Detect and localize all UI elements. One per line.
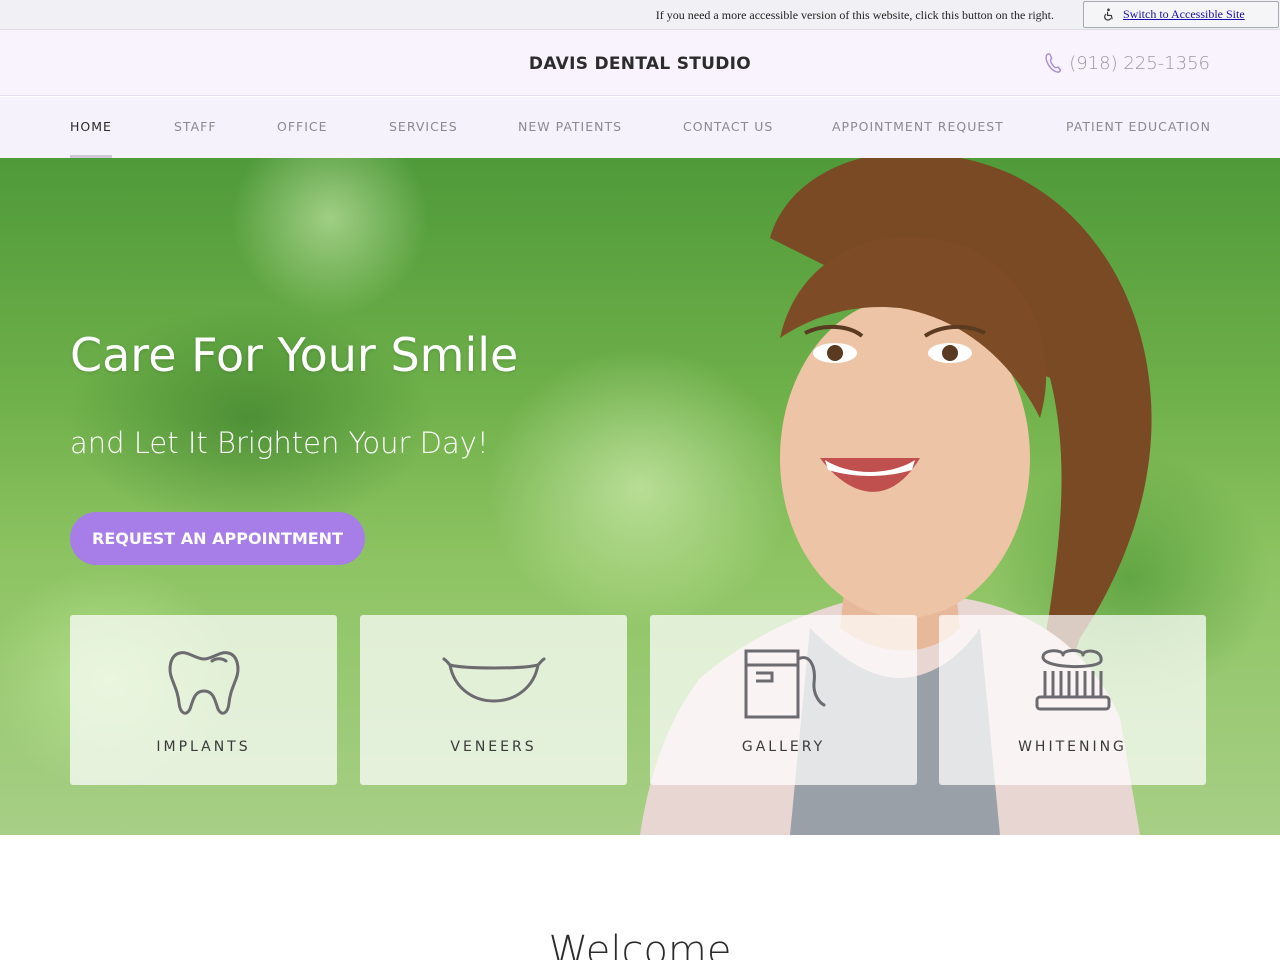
service-card-label: VENEERS xyxy=(450,739,537,755)
accessibility-bar: If you need a more accessible version of… xyxy=(0,0,1280,30)
smile-icon xyxy=(442,657,545,703)
service-card-veneers[interactable]: VENEERS xyxy=(360,615,627,785)
phone-icon xyxy=(1045,53,1062,73)
nav-item-services[interactable]: SERVICES xyxy=(389,97,458,158)
service-card-label: WHITENING xyxy=(1018,739,1127,755)
nav-item-office[interactable]: OFFICE xyxy=(277,97,328,158)
tooth-icon xyxy=(168,651,239,715)
nav-item-patient-education[interactable]: PATIENT EDUCATION xyxy=(1066,97,1211,158)
nav-item-appointment-request[interactable]: APPOINTMENT REQUEST xyxy=(832,97,1004,158)
service-card-label: IMPLANTS xyxy=(156,739,251,755)
floss-icon xyxy=(744,649,825,719)
phone-number: (918) 225-1356 xyxy=(1069,52,1210,74)
service-card-gallery[interactable]: GALLERY xyxy=(650,615,917,785)
wheelchair-icon xyxy=(1104,8,1113,21)
switch-accessible-site-button[interactable]: Switch to Accessible Site xyxy=(1083,1,1279,28)
nav-item-contact-us[interactable]: CONTACT US xyxy=(683,97,773,158)
welcome-heading: Welcome xyxy=(548,928,732,960)
nav-item-staff[interactable]: STAFF xyxy=(174,97,217,158)
service-card-whitening[interactable]: WHITENING xyxy=(939,615,1206,785)
switch-accessible-site-label: Switch to Accessible Site xyxy=(1123,7,1245,21)
main-nav: HOME STAFF OFFICE SERVICES NEW PATIENTS … xyxy=(0,97,1280,158)
phone-link[interactable]: (918) 225-1356 xyxy=(1044,52,1210,74)
service-card-implants[interactable]: IMPLANTS xyxy=(70,615,337,785)
accessibility-message: If you need a more accessible version of… xyxy=(655,8,1054,22)
service-card-label: GALLERY xyxy=(741,739,826,755)
nav-item-home[interactable]: HOME xyxy=(70,97,112,158)
site-header: DAVIS DENTAL STUDIO (918) 225-1356 xyxy=(0,30,1280,96)
hero-subtitle: and Let It Brighten Your Day! xyxy=(70,426,489,460)
hero-banner: Care For Your Smile and Let It Brighten … xyxy=(0,158,1280,835)
hero-title: Care For Your Smile xyxy=(70,328,519,382)
request-appointment-button[interactable]: REQUEST AN APPOINTMENT xyxy=(70,512,365,565)
nav-item-new-patients[interactable]: NEW PATIENTS xyxy=(518,97,622,158)
toothbrush-icon xyxy=(1035,649,1110,711)
